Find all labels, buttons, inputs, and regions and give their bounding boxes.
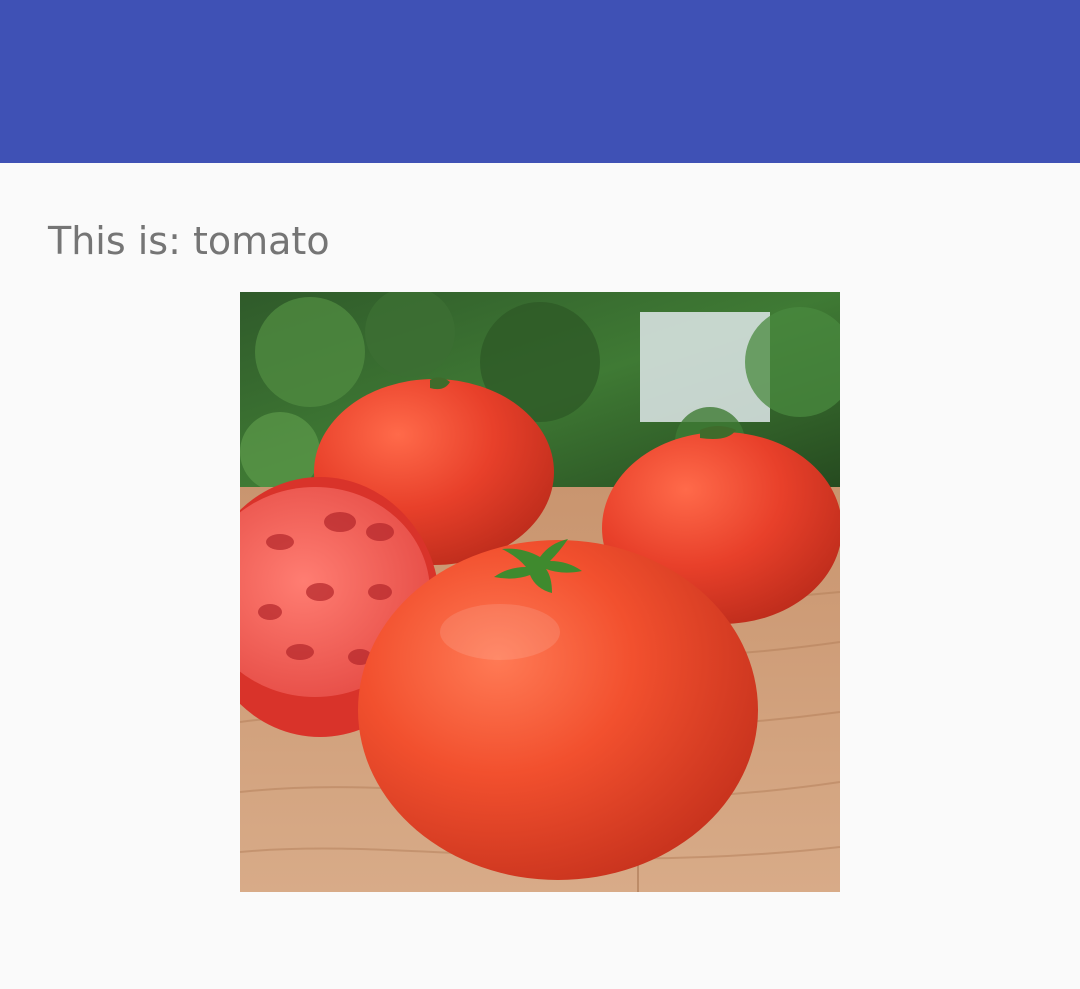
- tomato-photo: [240, 292, 840, 892]
- main-content: This is: tomato: [0, 163, 1080, 989]
- app-bar: [0, 0, 1080, 163]
- classification-result-label: This is: tomato: [48, 219, 330, 263]
